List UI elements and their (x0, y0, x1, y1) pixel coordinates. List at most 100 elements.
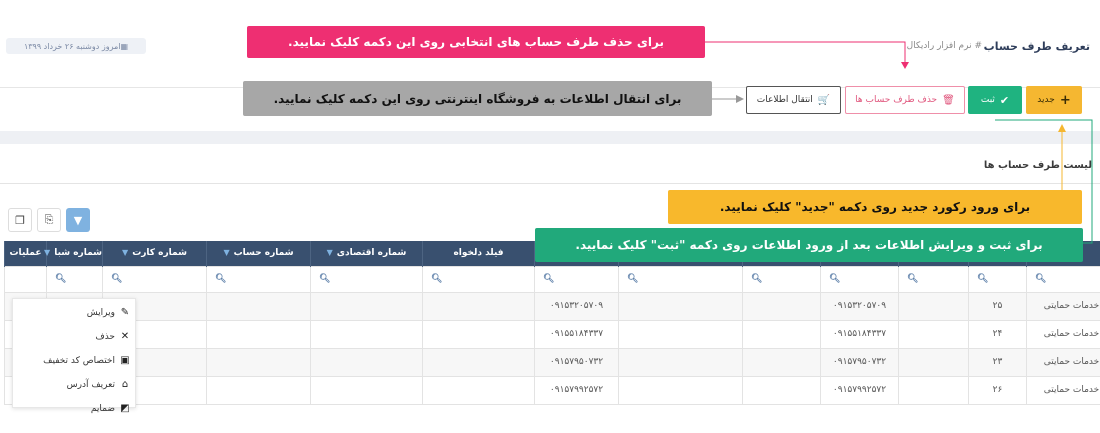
trash-icon: 🗑 (942, 94, 955, 106)
filter-cell[interactable]: 🔍︎ (534, 265, 619, 293)
cell (422, 347, 535, 377)
filter-cell[interactable]: 🔍︎ (968, 265, 1027, 293)
table-row[interactable]: خدمات حمایتی ۲۴ ۰۹۱۵۵۱۸۴۳۳۷ ۰۹۱۵۵۱۸۴۳۳۷ (4, 319, 1100, 349)
cell-phone: ۰۹۱۵۷۹۹۲۵۷۲ (820, 375, 899, 405)
cell (898, 347, 969, 377)
list-title: لیست طرف حساب ها (983, 160, 1092, 171)
search-icon: 🔍︎ (627, 274, 639, 284)
filter-cell[interactable]: 🔍︎ (102, 265, 207, 293)
copy-icon: ❐ (15, 213, 25, 227)
menu-item-attachments[interactable]: ◩ ضمایم (13, 398, 135, 419)
cell (742, 347, 821, 377)
cell (310, 319, 423, 349)
cell (618, 375, 743, 405)
date-badge: ▦ امروز دوشنبه ۲۶ خرداد ۱۳۹۹ (6, 38, 146, 54)
annotation-transfer: برای انتقال اطلاعات به فروشگاه اینترنتی … (243, 81, 712, 116)
accounts-table: فیلد دلخواه شماره اقتصادی▼ شماره حساب▼ ش… (4, 241, 1100, 409)
filter-cell[interactable]: 🔍︎ (422, 265, 535, 293)
table-row[interactable]: خدمات حمایتی ۲۵ ۰۹۱۵۳۲۰۵۷۰۹ ۰۹۱۵۳۲۰۵۷۰۹ (4, 291, 1100, 321)
filter-cell[interactable]: 🔍︎ (742, 265, 821, 293)
menu-item-label: ویرایش (86, 307, 115, 318)
menu-item-edit[interactable]: ✎ ویرایش (13, 302, 135, 323)
column-header-actions: عملیات (4, 241, 47, 266)
annotation-new: برای ورود رکورد جدید روی دکمه "جدید" کلی… (668, 190, 1082, 224)
cell-name: خدمات حمایتی (1026, 291, 1100, 321)
cell (898, 319, 969, 349)
menu-item-delete[interactable]: ✕ حذف (13, 326, 135, 347)
export-icon: ⎘ (44, 213, 54, 226)
search-icon: 🔍︎ (55, 274, 67, 284)
cell (898, 291, 969, 321)
filter-cell[interactable]: 🔍︎ (310, 265, 423, 293)
new-button-label: جدید (1037, 95, 1055, 105)
filter-toggle-button[interactable]: ▼ (66, 208, 90, 232)
cell (618, 291, 743, 321)
page-title: تعریف طرف حساب (983, 40, 1090, 53)
filter-icon: ▼ (44, 248, 51, 258)
export-button[interactable]: ⎘ (37, 208, 61, 232)
new-button[interactable]: + جدید (1026, 86, 1082, 114)
filter-cell[interactable]: 🔍︎ (1026, 265, 1100, 293)
search-icon: 🔍︎ (111, 274, 123, 284)
attachment-icon: ◩ (120, 403, 130, 414)
cell-name: خدمات حمایتی (1026, 347, 1100, 377)
cell (618, 347, 743, 377)
column-header-economic-number[interactable]: شماره اقتصادی▼ (310, 241, 423, 266)
cell-phone: ۰۹۱۵۵۱۸۴۳۳۷ (820, 319, 899, 349)
pencil-icon: ✎ (120, 307, 130, 318)
menu-item-discount[interactable]: ▣ اختصاص کد تخفیف (13, 350, 135, 371)
breadcrumb: # نرم افزار رادیکال (906, 41, 982, 51)
search-icon: 🔍︎ (907, 274, 919, 284)
delete-accounts-button[interactable]: 🗑 حذف طرف حساب ها (845, 86, 965, 114)
menu-item-address[interactable]: ⌂ تعریف آدرس (13, 374, 135, 395)
filter-cell[interactable]: 🔍︎ (898, 265, 969, 293)
filter-icon: ▼ (223, 248, 230, 258)
column-header-account-number[interactable]: شماره حساب▼ (206, 241, 311, 266)
filter-cell[interactable]: 🔍︎ (618, 265, 743, 293)
cell-name: خدمات حمایتی (1026, 375, 1100, 405)
cell (206, 375, 311, 405)
filter-cell[interactable]: 🔍︎ (206, 265, 311, 293)
search-icon: 🔍︎ (319, 274, 331, 284)
section-divider (0, 131, 1100, 144)
table-row[interactable]: خدمات حمایتی ۲۳ ۰۹۱۵۷۹۵۰۷۳۲ ۰۹۱۵۷۹۵۰۷۳۲ (4, 347, 1100, 377)
column-header-card-number[interactable]: شماره کارت▼ (102, 241, 207, 266)
cell (422, 375, 535, 405)
search-icon: 🔍︎ (977, 274, 989, 284)
cell-code: ۲۵ (968, 291, 1027, 321)
search-icon: 🔍︎ (751, 274, 763, 284)
filter-cell[interactable]: 🔍︎ (820, 265, 899, 293)
cell (206, 319, 311, 349)
close-icon: ✕ (120, 331, 130, 342)
cell-code: ۲۳ (968, 347, 1027, 377)
menu-item-label: ضمایم (90, 403, 115, 414)
row-actions-menu: ✎ ویرایش ✕ حذف ▣ اختصاص کد تخفیف ⌂ تعریف… (12, 298, 136, 414)
column-header-sheba[interactable]: شماره شبا▼ (44, 241, 103, 266)
delete-button-label: حذف طرف حساب ها (855, 95, 938, 105)
save-button-label: ثبت (980, 95, 995, 105)
cell (422, 319, 535, 349)
filter-cell[interactable]: 🔍︎ (46, 265, 103, 293)
filter-icon: ▼ (326, 248, 333, 258)
cell-phone: ۰۹۱۵۷۹۵۰۷۳۲ (820, 347, 899, 377)
check-icon: ✔ (999, 93, 1010, 107)
cell (618, 319, 743, 349)
cart-icon: 🛒 (817, 94, 831, 106)
search-icon: 🔍︎ (1035, 274, 1047, 284)
save-button[interactable]: ✔ ثبت (968, 86, 1022, 114)
search-icon: 🔍︎ (431, 274, 443, 284)
menu-item-label: حذف (95, 331, 115, 342)
arrow-head (736, 95, 744, 103)
copy-button[interactable]: ❐ (8, 208, 32, 232)
cell (422, 291, 535, 321)
annotation-save: برای ثبت و ویرایش اطلاعات بعد از ورود اط… (535, 228, 1083, 262)
plus-icon: + (1059, 92, 1071, 108)
cell (742, 291, 821, 321)
table-row[interactable]: خدمات حمایتی ۲۶ ۰۹۱۵۷۹۹۲۵۷۲ ۰۹۱۵۷۹۹۲۵۷۲ (4, 375, 1100, 405)
menu-item-label: اختصاص کد تخفیف (43, 355, 115, 366)
transfer-data-button[interactable]: 🛒 انتقال اطلاعات (746, 86, 841, 114)
cell (206, 347, 311, 377)
home-icon: ⌂ (121, 379, 129, 390)
column-header-custom-field[interactable]: فیلد دلخواه (422, 241, 535, 266)
cell-code: ۲۴ (968, 319, 1027, 349)
